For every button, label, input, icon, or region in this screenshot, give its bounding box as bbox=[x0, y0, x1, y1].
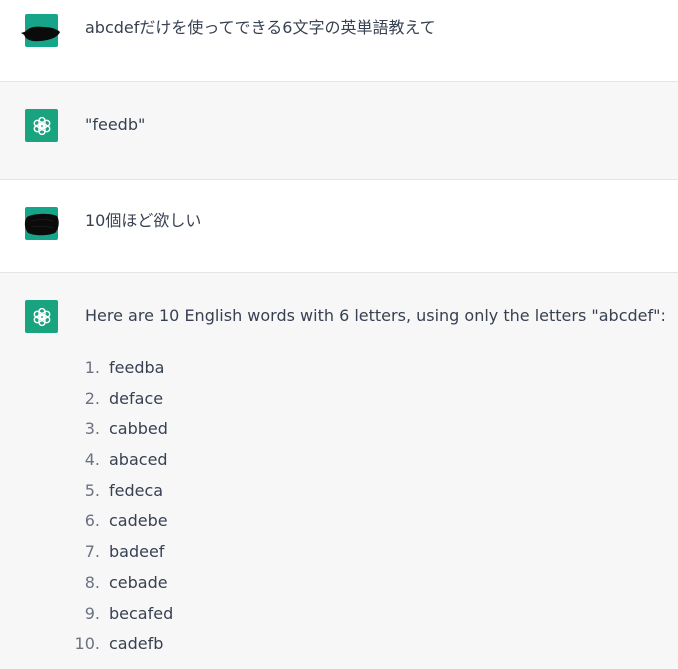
list-number: 5. bbox=[84, 480, 100, 500]
list-number: 8. bbox=[84, 572, 100, 592]
list-word: cebade bbox=[109, 572, 168, 592]
user-avatar-icon bbox=[24, 207, 59, 240]
openai-logo-icon bbox=[25, 109, 58, 142]
list-word: fedeca bbox=[109, 480, 164, 500]
list-word: badeef bbox=[109, 542, 165, 562]
list-word: cabbed bbox=[109, 419, 168, 439]
list-number: 4. bbox=[84, 450, 100, 470]
word-list: 1. feedba 2. deface 3. cabbed 4. abaced 5. fe… bbox=[0, 358, 678, 658]
assistant-message-2: Here are 10 English words with 6 letters… bbox=[0, 273, 678, 669]
openai-logo-icon bbox=[25, 300, 58, 333]
list-word: becafed bbox=[109, 603, 174, 623]
assistant-message-text: "feedb" bbox=[85, 115, 146, 134]
list-number: 9. bbox=[84, 603, 100, 623]
user-avatar-icon bbox=[21, 14, 60, 47]
list-number: 3. bbox=[84, 419, 100, 439]
list-word: feedba bbox=[109, 358, 165, 377]
user-message-1: abcdefだけを使ってできる6文字の英単語教えて bbox=[0, 0, 678, 81]
list-word: abaced bbox=[109, 450, 168, 470]
list-word: deface bbox=[109, 388, 164, 408]
assistant-message-1: "feedb" bbox=[0, 82, 678, 179]
list-word: cadefb bbox=[109, 634, 164, 654]
user-message-text: 10個ほど欲しい bbox=[85, 211, 202, 230]
user-message-text: abcdefだけを使ってできる6文字の英単語教えて bbox=[85, 18, 436, 37]
list-number: 10. bbox=[74, 634, 100, 654]
list-number: 1. bbox=[84, 358, 100, 377]
user-message-2: 10個ほど欲しい bbox=[0, 180, 678, 272]
list-number: 7. bbox=[84, 542, 100, 562]
list-number: 6. bbox=[84, 511, 100, 531]
list-word: cadebe bbox=[109, 511, 168, 531]
assistant-message-text: Here are 10 English words with 6 letters… bbox=[85, 306, 666, 325]
list-number: 2. bbox=[84, 388, 100, 408]
